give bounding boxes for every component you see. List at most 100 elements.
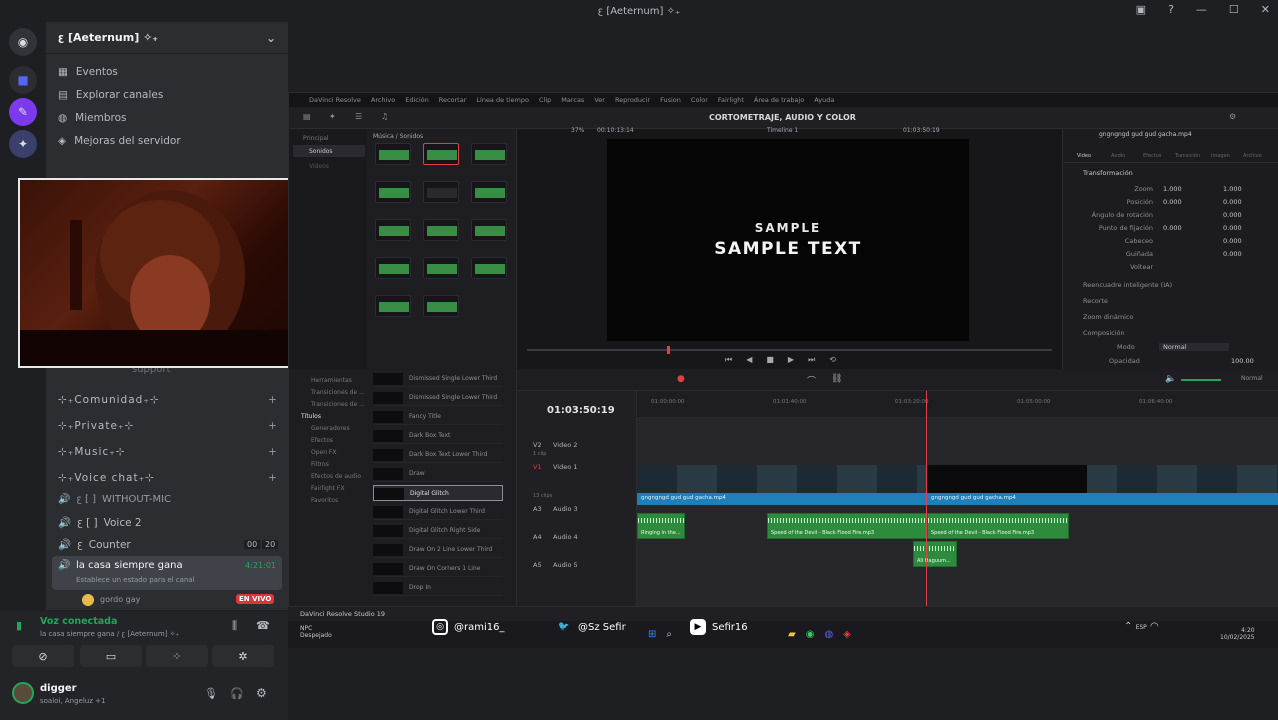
add-channel-icon[interactable]: + [268,420,278,432]
stop-icon[interactable]: ■ [766,355,774,365]
transform-value-y[interactable]: 1.000 [1223,185,1242,193]
effects-category[interactable]: Favoritos [311,497,338,504]
media-folder[interactable]: Videos [309,163,329,170]
menu-item[interactable]: Ver [594,96,605,104]
sound-clip-thumb[interactable] [423,181,459,203]
transform-value-x[interactable]: 0.000 [1163,224,1182,232]
server-icon[interactable]: ✦ [9,130,37,158]
tab-image[interactable]: Imagen [1211,153,1230,159]
playhead[interactable] [926,391,927,607]
effects-category[interactable]: Transiciones de ... [311,401,365,408]
chevron-down-icon[interactable]: ⌄ [266,31,276,45]
sound-clip-thumb[interactable] [471,219,507,241]
effects-category[interactable]: Transiciones de ... [311,389,365,396]
headphones-icon[interactable]: 🎧 [230,687,244,700]
audio-clip[interactable]: Speed of the Devil - Black Flood Fire.mp… [767,513,927,539]
resolve-app-icon[interactable]: ◈ [843,629,851,640]
menu-item[interactable]: Recortar [439,96,467,104]
opacity-field[interactable]: 100.00 [1231,357,1254,365]
audio-clip[interactable]: Speed of the Devil - Black Flood Fire.mp… [927,513,1069,539]
effects-category[interactable]: Fairlight FX [311,485,344,492]
menu-item[interactable]: Color [691,96,708,104]
inspector-icon[interactable]: ⚙ [1229,112,1236,121]
minimize-button[interactable]: — [1196,3,1207,16]
effect-item[interactable]: Dismissed Single Lower Third [373,390,503,406]
server-icon[interactable]: ✎ [9,98,37,126]
transform-value-y[interactable]: 0.000 [1223,237,1242,245]
track-header[interactable]: A4 Audio 4 [517,531,637,555]
menu-item[interactable]: Archivo [371,96,395,104]
discord-home-icon[interactable]: ◉ [9,28,37,56]
effects-category[interactable]: Open FX [311,449,337,456]
edit-index-icon[interactable]: ☰ [355,112,362,121]
share-screen-button[interactable]: ▭ [80,645,142,667]
effect-item[interactable]: Draw On 2 Line Lower Third [373,542,503,558]
link-icon[interactable]: ⛓ [831,374,842,384]
disconnect-icon[interactable]: ☎ [256,619,270,632]
avatar[interactable] [12,682,34,704]
nav-browse[interactable]: ▤ Explorar canales [58,89,163,101]
volume-slider[interactable] [1181,379,1221,381]
record-icon[interactable]: ● [677,374,685,384]
transform-value-x[interactable]: 0.000 [1163,198,1182,206]
video-clip-bar[interactable]: gngngngd gud gud gacha.mp4 gngngngd gud g… [637,493,1278,505]
media-folder[interactable]: Principal [303,135,329,142]
voice-channel[interactable]: 🔊 ꜫ [ ] Voice 2 [58,516,142,530]
sound-clip-thumb[interactable] [375,181,411,203]
timeline-ruler[interactable]: 01:00:00:00 01:01:40:00 01:03:20:00 01:05:0… [637,391,1278,417]
transform-value-y[interactable]: 0.000 [1223,211,1242,219]
tray-arrow-icon[interactable]: ⌃ [1124,621,1132,632]
nav-members[interactable]: ◍ Miembros [58,112,126,124]
server-header[interactable]: ꜫ [Aeternum] ✧₊ ⌄ [46,22,288,54]
effects-category[interactable]: Generadores [311,425,350,432]
section-transform[interactable]: Transformación [1083,169,1133,177]
section-crop[interactable]: Recorte [1083,297,1108,305]
menu-item[interactable]: Reproducir [615,96,650,104]
transform-value-y[interactable]: 0.000 [1223,250,1242,258]
sound-clip-thumb[interactable] [423,143,459,165]
microphone-icon[interactable]: 🎙 [204,687,218,700]
loop-icon[interactable]: ⟲ [829,355,836,365]
search-icon[interactable]: ⌕ [666,629,672,640]
effect-item[interactable]: Draw On Corners 1 Line [373,561,503,577]
tab-effects[interactable]: Efectos [1143,153,1161,159]
menu-item[interactable]: Ayuda [814,96,834,104]
sound-clip-thumb[interactable] [423,257,459,279]
jump-start-icon[interactable]: ⏮ [725,355,732,365]
discord-icon[interactable]: ◍ [824,629,833,640]
effects-category[interactable]: Filtros [311,461,329,468]
menu-item[interactable]: Edición [405,96,429,104]
menu-item[interactable]: Marcas [561,96,584,104]
playhead-marker[interactable] [667,346,670,354]
play-icon[interactable]: ▶ [788,355,794,365]
wifi-icon[interactable]: ◠ [1150,621,1159,632]
category-music[interactable]: ⊹₊Music₊⊹ + [58,446,277,458]
clock[interactable]: 4:20 10/02/2025 [1220,627,1255,641]
sound-clip-thumb[interactable] [423,295,459,317]
menu-item[interactable]: DaVinci Resolve [309,96,361,104]
effect-item[interactable]: Dismissed Single Lower Third [373,371,503,387]
tab-transition[interactable]: Transición [1175,153,1200,159]
category-voice-chat[interactable]: ⊹₊Voice chat₊⊹ + [58,472,277,484]
help-icon[interactable]: ? [1168,3,1174,16]
sound-clip-thumb[interactable] [423,219,459,241]
menu-item[interactable]: Fusion [660,96,681,104]
step-back-icon[interactable]: ◀ [746,355,752,365]
transform-value-x[interactable]: 1.000 [1163,185,1182,193]
close-button[interactable]: ✕ [1261,3,1270,16]
activities-button[interactable]: ⁘ [146,645,208,667]
effect-item[interactable]: Draw [373,466,503,482]
category-comunidad[interactable]: ⊹₊Comunidad₊⊹ + [58,394,277,406]
sound-library-icon[interactable]: ♫ [381,112,388,121]
effects-category[interactable]: Títulos [301,413,321,420]
nav-events[interactable]: ▦ Eventos [58,66,118,78]
sound-clip-thumb[interactable] [375,295,411,317]
effect-item[interactable]: Digital Glitch Lower Third [373,504,503,520]
effect-item[interactable]: Dark Box Text Lower Third [373,447,503,463]
effect-item[interactable]: Fancy Title [373,409,503,425]
sound-clip-thumb[interactable] [471,143,507,165]
scrubber-bar[interactable] [527,346,1052,354]
section-smart-reframe[interactable]: Reencuadre inteligente (IA) [1083,281,1172,289]
voice-member[interactable]: gordo gay EN VIVO [82,594,282,608]
weather-widget[interactable]: NPC Despejado [300,625,332,639]
